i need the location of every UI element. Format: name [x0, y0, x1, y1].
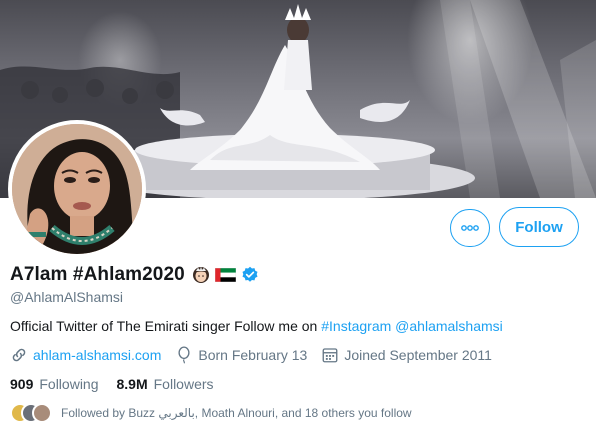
profile-avatar[interactable] — [8, 120, 146, 258]
website-item: ahlam-alshamsi.com — [10, 346, 161, 364]
joined-text: Joined September 2011 — [344, 347, 492, 363]
calendar-icon — [322, 348, 338, 363]
bio-text: Official Twitter of The Emirati singer F… — [10, 318, 322, 334]
profile-name: A7lam #Ahlam2020 — [10, 264, 185, 285]
website-link[interactable]: ahlam-alshamsi.com — [33, 347, 161, 363]
balloon-icon — [178, 346, 190, 364]
profile-bio: Official Twitter of The Emirati singer F… — [10, 318, 503, 334]
profile-stats: 909 Following 8.9M Followers — [10, 375, 232, 393]
born-item: Born February 13 — [175, 346, 307, 364]
followers-label: Followers — [153, 376, 214, 392]
profile-name-row: A7lam #Ahlam2020 — [10, 263, 259, 287]
uae-flag-icon — [214, 268, 236, 282]
bio-mention-link[interactable]: @ahlamalshamsi — [395, 318, 503, 334]
verified-badge-icon — [242, 266, 258, 282]
followed-by-text: Followed by Buzz بالعربي, Moath Alnouri,… — [61, 406, 412, 420]
followers-stat[interactable]: 8.9M Followers — [117, 376, 214, 392]
profile-meta: ahlam-alshamsi.com Born February 13 Join… — [10, 346, 506, 364]
joined-item: Joined September 2011 — [321, 346, 492, 364]
followers-count: 8.9M — [116, 376, 148, 392]
bio-hashtag-link[interactable]: #Instagram — [321, 318, 391, 334]
born-text: Born February 13 — [198, 347, 308, 363]
woman-emoji-icon — [192, 266, 209, 283]
profile-handle: @AhlamAlShamsi — [10, 289, 124, 305]
follow-button[interactable]: Follow — [499, 207, 579, 247]
following-stat[interactable]: 909 Following — [10, 376, 99, 392]
followers-you-know-avatars — [10, 403, 52, 423]
avatar-image — [12, 124, 142, 254]
more-horizontal-icon — [461, 225, 479, 231]
followed-by[interactable]: Followed by Buzz بالعربي, Moath Alnouri,… — [10, 402, 412, 424]
link-icon — [12, 348, 26, 362]
more-options-button[interactable] — [450, 209, 490, 247]
following-count: 909 — [10, 376, 34, 392]
following-label: Following — [39, 376, 99, 392]
mini-avatar — [32, 403, 52, 423]
